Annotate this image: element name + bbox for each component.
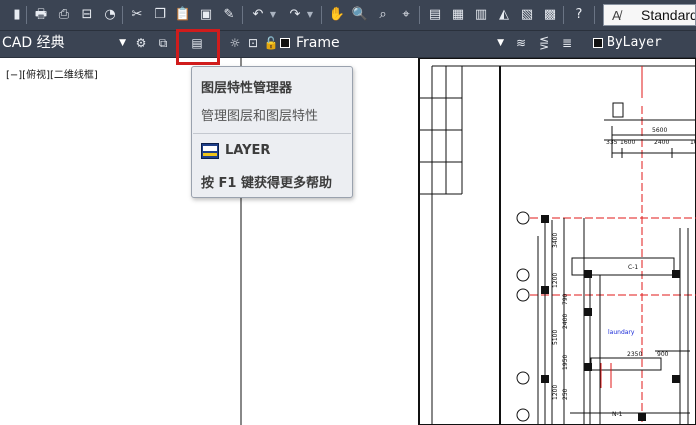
help-icon[interactable]: ? <box>569 5 589 25</box>
highlight-annotation <box>176 29 220 65</box>
tag-label: 2350 <box>627 351 642 358</box>
tooltip: 图层特性管理器 管理图层和图层特性 LAYER 按 F1 键获得更多帮助 <box>191 66 353 198</box>
zoom-realtime-icon[interactable]: 🔍 <box>350 5 370 25</box>
plot-icon[interactable]: ⊟ <box>77 5 97 25</box>
command-line-icon <box>201 143 219 159</box>
match-properties-icon[interactable]: ✎ <box>219 5 239 25</box>
pan-icon[interactable]: ✋ <box>327 5 347 25</box>
design-center-icon[interactable]: ▦ <box>448 5 468 25</box>
dim-label: 250 <box>562 388 569 400</box>
dim-label: 1600 <box>690 139 696 146</box>
tooltip-command: LAYER <box>225 143 271 158</box>
dim-label: 1200 <box>552 273 559 288</box>
tooltip-help: 按 F1 键获得更多帮助 <box>201 176 332 191</box>
toolbar-separator <box>26 6 27 24</box>
make-current-icon[interactable]: ≋ <box>512 33 530 53</box>
layer-color-swatch <box>280 38 290 48</box>
toolbar-separator <box>563 6 564 24</box>
redo-dropdown-icon[interactable]: ▼ <box>306 5 314 25</box>
toolbar-separator <box>321 6 322 24</box>
tool-palettes-icon[interactable]: ▥ <box>471 5 491 25</box>
dim-label: 2400 <box>562 314 569 329</box>
paste-special-icon[interactable]: ▣ <box>196 5 216 25</box>
layer-combo[interactable]: Frame ▼ <box>276 33 508 53</box>
chevron-down-icon: ▼ <box>497 38 504 48</box>
layer-previous-icon[interactable]: ⋚ <box>535 33 553 53</box>
text-style-combo[interactable]: A̸ Standard <box>603 4 696 26</box>
tag-label: 900 <box>657 351 669 358</box>
zoom-previous-icon[interactable]: ⌖ <box>396 5 416 25</box>
toolbar-separator <box>594 6 595 24</box>
dim-label: 5600 <box>652 127 667 134</box>
redo-icon[interactable]: ↷ <box>285 5 305 25</box>
color-value: ByLayer <box>607 35 662 50</box>
workspace-settings-icon[interactable]: ⚙ <box>132 33 150 53</box>
layer-on-icon[interactable]: ☼ <box>226 33 244 53</box>
dim-label: 1200 <box>552 385 559 400</box>
layer-freeze-icon[interactable]: ⊡ <box>244 33 262 53</box>
tag-label: N-1 <box>612 411 623 418</box>
customize-icon[interactable]: ⧉ <box>154 33 172 53</box>
properties-icon[interactable]: ▤ <box>425 5 445 25</box>
dim-label: 3400 <box>552 233 559 248</box>
dim-label: 790 <box>562 293 569 305</box>
text-style-value: Standard <box>641 7 696 23</box>
undo-icon[interactable]: ↶ <box>248 5 268 25</box>
dim-label: 2400 <box>654 139 669 146</box>
toolbar-separator <box>242 6 243 24</box>
text-style-icon: A̸ <box>612 8 621 23</box>
toolbar-separator <box>122 6 123 24</box>
dim-label: 5100 <box>552 330 559 345</box>
dim-label: 1950 <box>562 355 569 370</box>
room-label: laundary <box>608 329 635 336</box>
tooltip-description: 管理图层和图层特性 <box>201 109 319 124</box>
cut-icon[interactable]: ✂ <box>127 5 147 25</box>
viewport-controls[interactable]: [−][俯视][二维线框] <box>6 66 98 81</box>
undo-dropdown-icon[interactable]: ▼ <box>269 5 277 25</box>
print-icon[interactable]: 🖶 <box>31 5 51 25</box>
layer-name: Frame <box>296 35 340 51</box>
paste-icon[interactable]: 📋 <box>173 5 193 25</box>
standard-toolbar: ▮ 🖶 ⎙ ⊟ ◔ ✂ ❐ 📋 ▣ ✎ ↶ ▼ ↷ ▼ ✋ 🔍 ⌕ ⌖ ▤ ▦ … <box>0 0 696 31</box>
workspace-value: CAD 经典 <box>2 35 65 51</box>
color-swatch <box>593 38 603 48</box>
workspace-combo[interactable]: CAD 经典 ▼ <box>0 33 128 53</box>
color-combo[interactable]: ByLayer <box>589 33 696 53</box>
toolbar-separator <box>419 6 420 24</box>
print-preview-icon[interactable]: ⎙ <box>54 5 74 25</box>
tag-label: C-1 <box>628 264 638 271</box>
layer-states-icon[interactable]: ≣ <box>558 33 576 53</box>
tooltip-divider <box>193 133 351 134</box>
dim-label: 335 <box>606 139 618 146</box>
sheet-set-icon[interactable]: ◭ <box>494 5 514 25</box>
copy-icon[interactable]: ❐ <box>150 5 170 25</box>
zoom-window-icon[interactable]: ⌕ <box>373 5 393 25</box>
calculator-icon[interactable]: ▩ <box>540 5 560 25</box>
publish-icon[interactable]: ◔ <box>100 5 120 25</box>
chevron-down-icon: ▼ <box>119 38 126 48</box>
dim-label: 1600 <box>620 139 635 146</box>
markup-icon[interactable]: ▧ <box>517 5 537 25</box>
new-icon[interactable]: ▮ <box>7 5 27 25</box>
tooltip-title: 图层特性管理器 <box>201 81 293 96</box>
